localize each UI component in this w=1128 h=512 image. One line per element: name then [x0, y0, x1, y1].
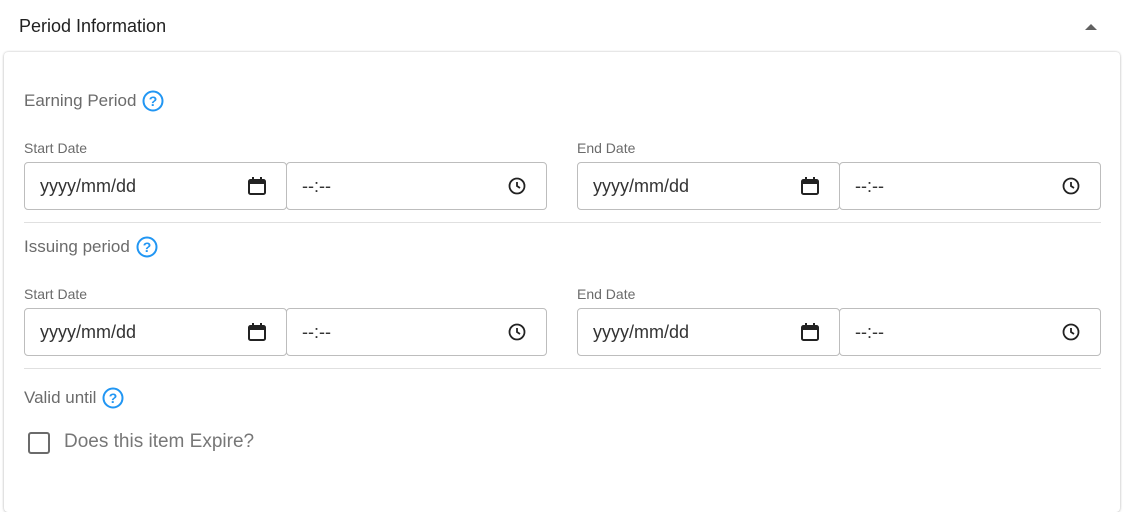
earning-start-time-input[interactable]: --:--: [286, 162, 547, 210]
issuing-period-label: Issuing period ?: [24, 236, 158, 258]
svg-text:?: ?: [143, 239, 152, 255]
earning-end-date-label: End Date: [577, 140, 636, 156]
calendar-icon[interactable]: [246, 175, 268, 197]
valid-until-label: Valid until ?: [24, 387, 124, 409]
time-placeholder: --:--: [855, 176, 884, 196]
time-placeholder: --:--: [302, 176, 331, 196]
panel-title: Period Information: [19, 16, 167, 36]
issuing-end-time-input[interactable]: --:--: [839, 308, 1101, 356]
calendar-icon[interactable]: [246, 321, 268, 343]
calendar-icon[interactable]: [799, 175, 821, 197]
period-information-panel: Earning Period ? Start Date yyyy/mm/dd -…: [4, 52, 1120, 512]
issuing-start-date-input[interactable]: yyyy/mm/dd: [24, 308, 287, 356]
clock-icon[interactable]: [506, 321, 528, 343]
clock-icon[interactable]: [1060, 321, 1082, 343]
earning-start-date-input[interactable]: yyyy/mm/dd: [24, 162, 287, 210]
clock-icon[interactable]: [506, 175, 528, 197]
date-placeholder: yyyy/mm/dd: [593, 176, 690, 196]
date-placeholder: yyyy/mm/dd: [40, 176, 137, 196]
expire-checkbox-label[interactable]: Does this item Expire?: [64, 431, 254, 453]
issuing-end-date-label: End Date: [577, 286, 636, 302]
clock-icon[interactable]: [1060, 175, 1082, 197]
help-icon[interactable]: ?: [102, 387, 124, 409]
issuing-start-time-input[interactable]: --:--: [286, 308, 547, 356]
issuing-period-text: Issuing period: [24, 237, 130, 256]
svg-text:?: ?: [109, 390, 118, 406]
panel-header[interactable]: Period Information: [0, 0, 1128, 52]
section-divider: [24, 368, 1101, 369]
time-placeholder: --:--: [855, 322, 884, 342]
issuing-end-date-input[interactable]: yyyy/mm/dd: [577, 308, 840, 356]
earning-end-date-input[interactable]: yyyy/mm/dd: [577, 162, 840, 210]
svg-text:?: ?: [149, 93, 158, 109]
help-icon[interactable]: ?: [136, 236, 158, 258]
expire-checkbox[interactable]: [28, 432, 50, 454]
time-placeholder: --:--: [302, 322, 331, 342]
calendar-icon[interactable]: [799, 321, 821, 343]
earning-start-date-label: Start Date: [24, 140, 88, 156]
date-placeholder: yyyy/mm/dd: [40, 322, 137, 342]
issuing-start-date-label: Start Date: [24, 286, 88, 302]
earning-end-time-input[interactable]: --:--: [839, 162, 1101, 210]
help-icon[interactable]: ?: [142, 90, 164, 112]
earning-period-text: Earning Period: [24, 91, 137, 110]
valid-until-text: Valid until: [24, 388, 97, 407]
caret-up-icon[interactable]: [1084, 20, 1098, 34]
date-placeholder: yyyy/mm/dd: [593, 322, 690, 342]
section-divider: [24, 222, 1101, 223]
earning-period-label: Earning Period ?: [24, 90, 164, 112]
